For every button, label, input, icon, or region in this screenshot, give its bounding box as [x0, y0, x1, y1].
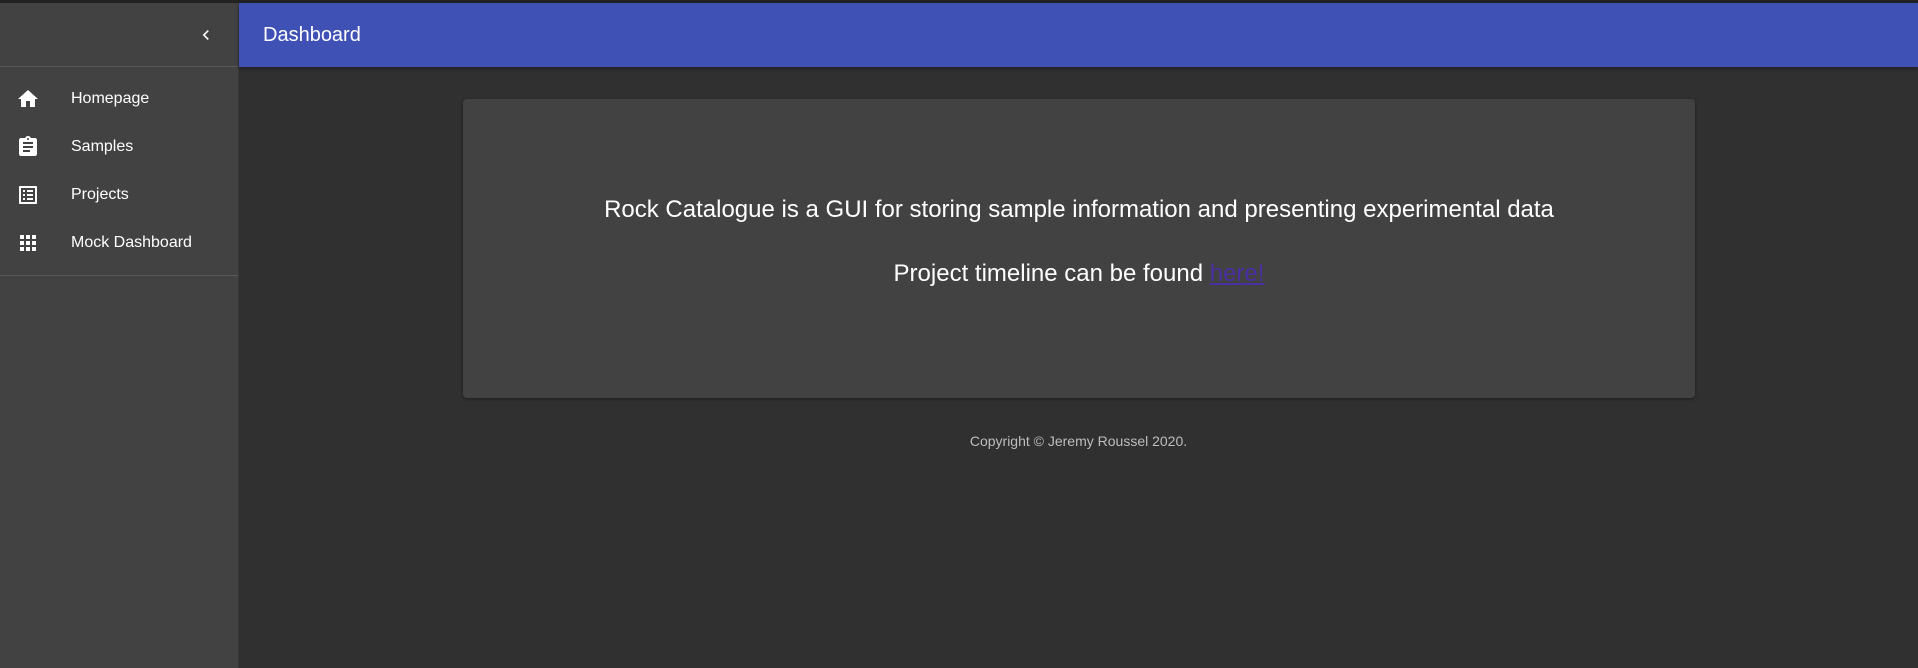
- sidebar-item-label: Projects: [71, 186, 129, 203]
- clipboard-icon: [16, 135, 40, 159]
- sidebar-item-mock-dashboard[interactable]: Mock Dashboard: [0, 219, 238, 267]
- sidebar-item-homepage[interactable]: Homepage: [0, 75, 238, 123]
- home-icon: [16, 87, 40, 111]
- sidebar-item-projects[interactable]: Projects: [0, 171, 238, 219]
- sidebar-item-label: Mock Dashboard: [71, 234, 192, 251]
- sidebar: Homepage Samples Projects Mock Dashboard: [0, 3, 239, 668]
- timeline-label: Project timeline can be found: [893, 260, 1210, 287]
- collapse-sidebar-button[interactable]: [190, 19, 222, 51]
- page-title: Dashboard: [263, 23, 361, 46]
- timeline-text: Project timeline can be found here!: [463, 260, 1695, 288]
- sidebar-header: [0, 3, 238, 67]
- copyright-footer: Copyright © Jeremy Roussel 2020.: [969, 433, 1188, 449]
- chevron-left-icon: [196, 25, 216, 45]
- timeline-link[interactable]: here!: [1210, 260, 1265, 287]
- main-content: Rock Catalogue is a GUI for storing samp…: [239, 67, 1918, 668]
- checklist-icon: [16, 183, 40, 207]
- sidebar-item-label: Homepage: [71, 90, 150, 107]
- apps-grid-icon: [16, 231, 40, 255]
- sidebar-item-samples[interactable]: Samples: [0, 123, 238, 171]
- sidebar-nav: Homepage Samples Projects Mock Dashboard: [0, 67, 238, 276]
- app-description: Rock Catalogue is a GUI for storing samp…: [604, 196, 1554, 223]
- info-card: Rock Catalogue is a GUI for storing samp…: [463, 99, 1695, 398]
- sidebar-item-label: Samples: [71, 138, 134, 155]
- app-bar: Dashboard: [239, 3, 1918, 67]
